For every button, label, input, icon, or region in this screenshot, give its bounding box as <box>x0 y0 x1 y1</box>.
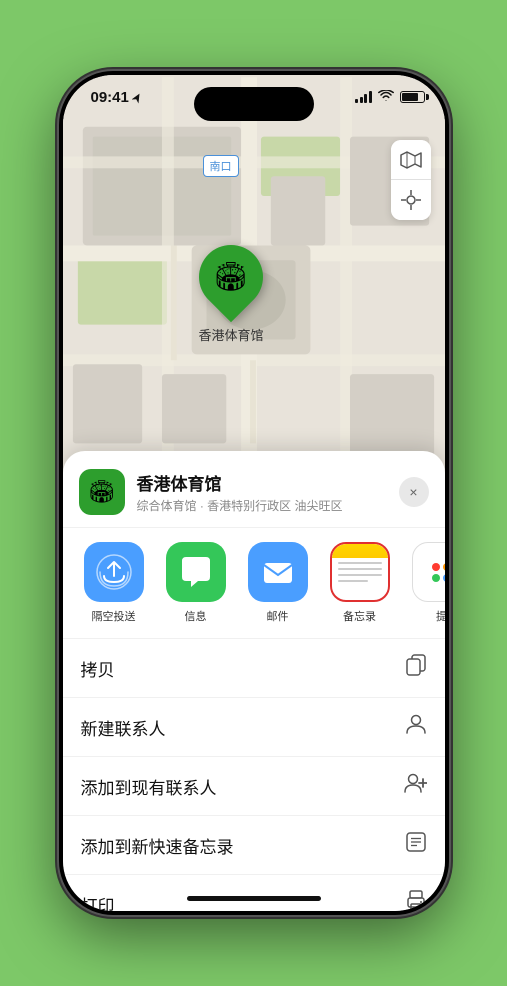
action-copy[interactable]: 拷贝 <box>63 639 445 698</box>
map-type-button[interactable] <box>391 140 431 180</box>
pin-icon: 🏟 <box>186 232 277 323</box>
messages-label: 信息 <box>185 608 207 624</box>
more-icon <box>412 542 445 602</box>
map-controls <box>391 140 431 220</box>
close-button[interactable]: × <box>399 477 429 507</box>
place-icon: 🏟 <box>79 469 125 515</box>
home-indicator <box>187 896 321 901</box>
share-item-messages[interactable]: 信息 <box>161 542 231 624</box>
share-row: 隔空投送 信息 <box>63 528 445 639</box>
signal-icon <box>355 91 372 103</box>
action-add-contact[interactable]: 添加到现有联系人 <box>63 757 445 816</box>
map-area[interactable]: 南口 <box>63 75 445 505</box>
action-list: 拷贝 新建联系人 <box>63 639 445 911</box>
phone-screen: 09:41 <box>63 75 445 911</box>
location-button[interactable] <box>391 180 431 220</box>
action-print-label: 打印 <box>81 892 115 912</box>
place-name: 香港体育馆 <box>137 470 387 495</box>
place-info: 香港体育馆 综合体育馆 · 香港特别行政区 油尖旺区 <box>137 470 387 514</box>
person-icon <box>405 713 427 741</box>
notes-label: 备忘录 <box>343 608 376 624</box>
share-item-more[interactable]: 提 <box>407 542 445 624</box>
map-label: 南口 <box>203 155 239 177</box>
pin-label: 香港体育馆 <box>199 325 264 344</box>
airdrop-label: 隔空投送 <box>92 608 136 624</box>
wifi-icon <box>378 89 394 105</box>
print-icon <box>405 890 427 911</box>
mail-label: 邮件 <box>267 608 289 624</box>
action-print[interactable]: 打印 <box>63 875 445 911</box>
dynamic-island <box>194 87 314 121</box>
status-icons <box>355 89 425 105</box>
airdrop-icon <box>84 542 144 602</box>
place-subtitle: 综合体育馆 · 香港特别行政区 油尖旺区 <box>137 497 387 514</box>
action-copy-label: 拷贝 <box>81 656 115 681</box>
action-add-contact-label: 添加到现有联系人 <box>81 774 217 799</box>
share-item-notes[interactable]: 备忘录 <box>325 542 395 624</box>
phone-frame: 09:41 <box>59 71 449 915</box>
person-add-icon <box>403 772 427 800</box>
note-icon <box>405 831 427 859</box>
mail-icon <box>248 542 308 602</box>
share-item-airdrop[interactable]: 隔空投送 <box>79 542 149 624</box>
action-new-contact-label: 新建联系人 <box>81 715 166 740</box>
time-label: 09:41 <box>91 89 129 106</box>
action-quick-note-label: 添加到新快速备忘录 <box>81 833 234 858</box>
location-pin: 🏟 香港体育馆 <box>199 245 264 344</box>
messages-icon <box>166 542 226 602</box>
notes-icon <box>330 542 390 602</box>
location-arrow-icon <box>132 92 142 104</box>
pin-inner-icon: 🏟 <box>213 263 249 291</box>
action-quick-note[interactable]: 添加到新快速备忘录 <box>63 816 445 875</box>
battery-icon <box>400 91 425 103</box>
sheet-header: 🏟 香港体育馆 综合体育馆 · 香港特别行政区 油尖旺区 × <box>63 451 445 528</box>
more-label: 提 <box>436 608 445 624</box>
share-item-mail[interactable]: 邮件 <box>243 542 313 624</box>
bottom-sheet: 🏟 香港体育馆 综合体育馆 · 香港特别行政区 油尖旺区 × <box>63 451 445 911</box>
status-time: 09:41 <box>91 89 142 106</box>
action-new-contact[interactable]: 新建联系人 <box>63 698 445 757</box>
copy-icon <box>405 654 427 682</box>
